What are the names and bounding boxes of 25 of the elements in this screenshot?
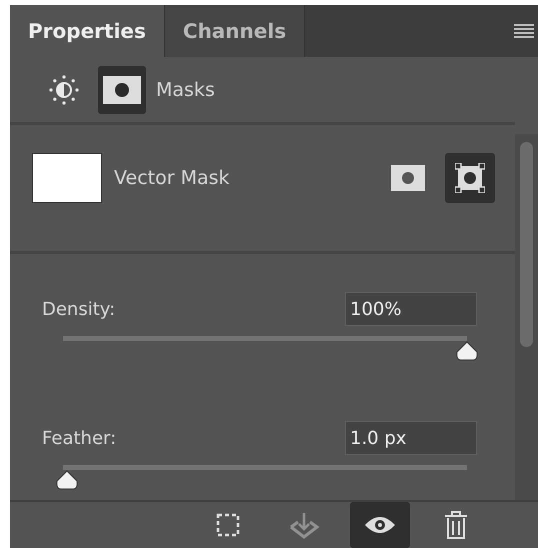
scrollbar[interactable]	[515, 134, 538, 500]
slider-thumb[interactable]	[455, 341, 479, 361]
brightness-icon	[48, 74, 80, 106]
mask-label: Vector Mask	[114, 167, 231, 190]
scroll-thumb[interactable]	[520, 142, 533, 347]
value-field[interactable]: 100%	[345, 292, 477, 326]
menu-icon[interactable]	[514, 24, 534, 38]
mode-button[interactable]	[98, 66, 146, 114]
eye-icon	[364, 515, 396, 535]
trash-icon	[444, 511, 468, 539]
toolbar-button[interactable]	[350, 502, 410, 548]
panel-tab[interactable]: Properties	[10, 5, 165, 57]
mask-type-button[interactable]	[445, 153, 495, 204]
control-label: Feather:	[42, 428, 116, 448]
selection-icon	[216, 513, 240, 537]
value-field[interactable]: 1.0 px	[345, 421, 477, 455]
mask-thumbnail	[32, 153, 102, 204]
control-label: Density:	[42, 298, 116, 320]
apply-mask-icon	[288, 511, 320, 539]
vector-mask-icon	[455, 163, 485, 194]
pixel-mask-icon	[391, 165, 425, 192]
panel-tab[interactable]: Channels	[164, 5, 306, 57]
slider-thumb[interactable]	[55, 470, 80, 490]
section-title: Masks	[156, 78, 215, 101]
mask-icon	[103, 76, 141, 104]
